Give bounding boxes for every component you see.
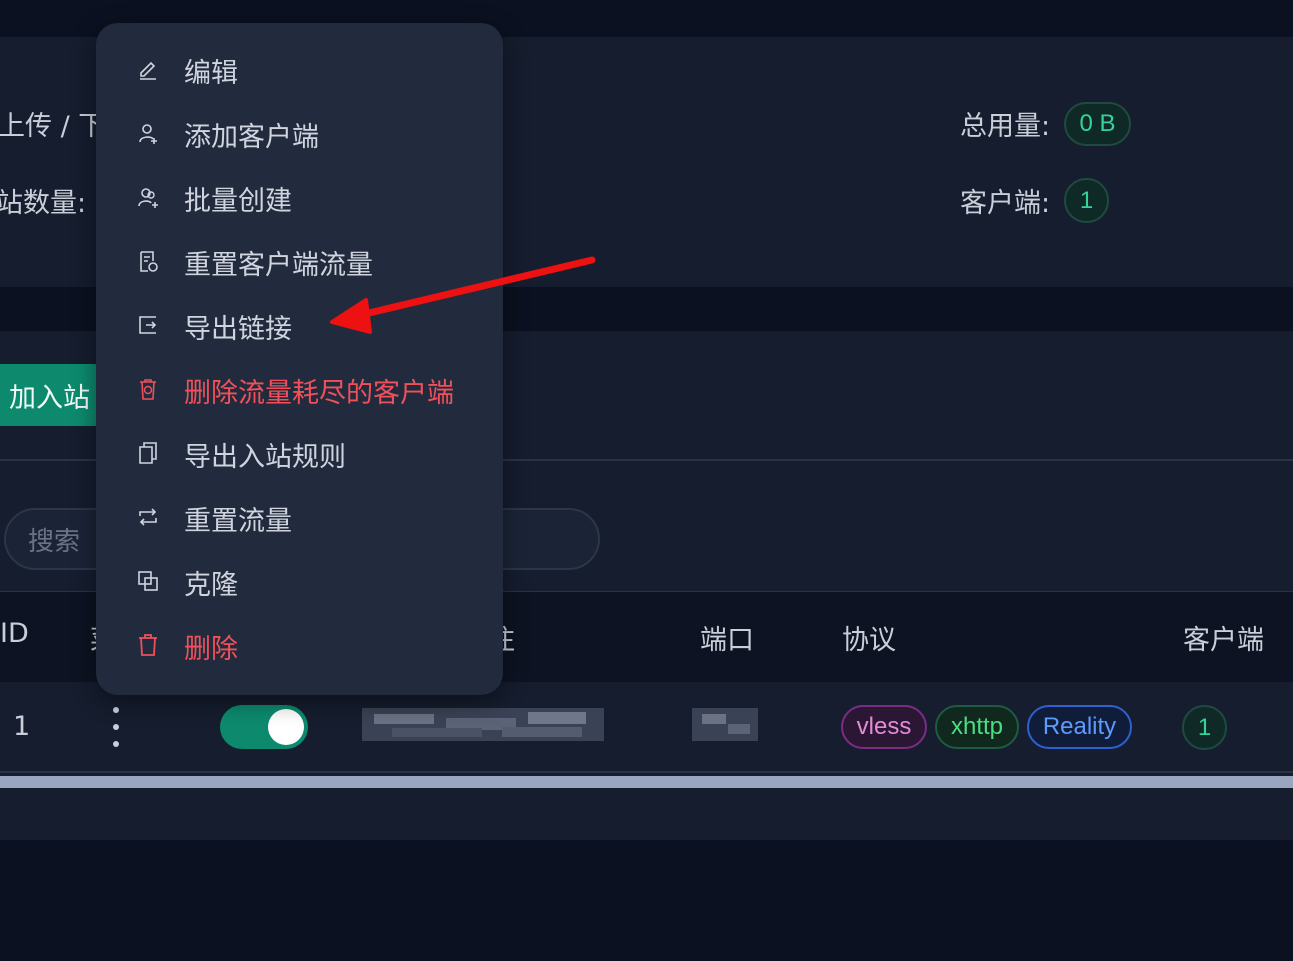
security-tag-reality: Reality xyxy=(1027,705,1132,749)
menu-item-label: 导出入站规则 xyxy=(184,442,346,473)
upload-download-label: 上传 / 下 xyxy=(0,111,106,142)
clients-badge: 1 xyxy=(1064,178,1109,223)
column-header-protocol[interactable]: 协议 xyxy=(842,618,896,657)
toggle-knob xyxy=(268,709,304,745)
menu-item-label: 重置流量 xyxy=(184,506,292,537)
row-id: 1 xyxy=(13,711,31,742)
copy-icon xyxy=(139,442,157,464)
retweet-icon xyxy=(139,508,157,526)
edit-icon xyxy=(140,61,156,80)
column-header-id[interactable]: ID xyxy=(0,618,29,649)
remark-redacted xyxy=(362,708,604,741)
menu-item-export-links[interactable]: 导出链接 xyxy=(96,295,503,355)
menu-item-label: 重置客户端流量 xyxy=(184,250,373,281)
menu-item-clone[interactable]: 克隆 xyxy=(96,551,503,611)
menu-item-export-inbound[interactable]: 导出入站规则 xyxy=(96,423,503,483)
total-usage-label: 总用量: xyxy=(960,111,1051,142)
row-divider xyxy=(0,771,1293,773)
menu-item-label: 删除 xyxy=(184,634,238,665)
transport-tag-xhttp: xhttp xyxy=(935,705,1019,749)
menu-item-delete-depleted-clients[interactable]: 删除流量耗尽的客户端 xyxy=(96,359,503,419)
user-add-icon xyxy=(139,124,157,144)
menu-item-edit[interactable]: 编辑 xyxy=(96,39,503,99)
menu-item-label: 批量创建 xyxy=(184,186,292,217)
export-icon xyxy=(139,316,157,334)
menu-item-label: 添加客户端 xyxy=(184,122,319,153)
clients-label: 客户端: xyxy=(960,188,1051,219)
menu-item-label: 克隆 xyxy=(184,570,238,601)
menu-item-label: 导出链接 xyxy=(184,314,292,345)
menu-item-add-client[interactable]: 添加客户端 xyxy=(96,103,503,163)
horizontal-scrollbar[interactable] xyxy=(0,776,1293,788)
total-usage-badge: 0 B xyxy=(1064,102,1131,146)
clone-icon xyxy=(138,571,158,591)
enable-toggle[interactable] xyxy=(220,705,308,749)
inbound-context-menu: 编辑 添加客户端 批量创建 重置客户端流量 导出链接 删除流量耗尽的客户端 导出… xyxy=(96,23,503,695)
file-reset-icon xyxy=(140,251,158,272)
column-header-clients[interactable]: 客户端 xyxy=(1183,618,1264,657)
menu-item-delete[interactable]: 删除 xyxy=(96,615,503,675)
row-clients-badge: 1 xyxy=(1182,705,1227,750)
menu-item-reset-traffic[interactable]: 重置流量 xyxy=(96,487,503,547)
menu-item-bulk-create[interactable]: 批量创建 xyxy=(96,167,503,227)
add-inbound-button[interactable]: 加入站 xyxy=(0,364,104,426)
trash-icon xyxy=(139,634,157,656)
column-header-port[interactable]: 端口 xyxy=(700,618,754,657)
protocol-tag-vless: vless xyxy=(841,705,927,749)
menu-item-label: 编辑 xyxy=(184,58,238,89)
more-menu-icon[interactable] xyxy=(106,703,126,751)
menu-item-reset-client-traffic[interactable]: 重置客户端流量 xyxy=(96,231,503,291)
users-add-icon xyxy=(138,188,158,208)
menu-item-label: 删除流量耗尽的客户端 xyxy=(184,378,454,409)
table-row: 1 vless xhttp Reality 1 xyxy=(0,683,1293,771)
trash-clock-icon xyxy=(140,379,156,400)
port-redacted xyxy=(692,708,758,741)
inbound-count-label: 站数量: xyxy=(0,188,87,219)
